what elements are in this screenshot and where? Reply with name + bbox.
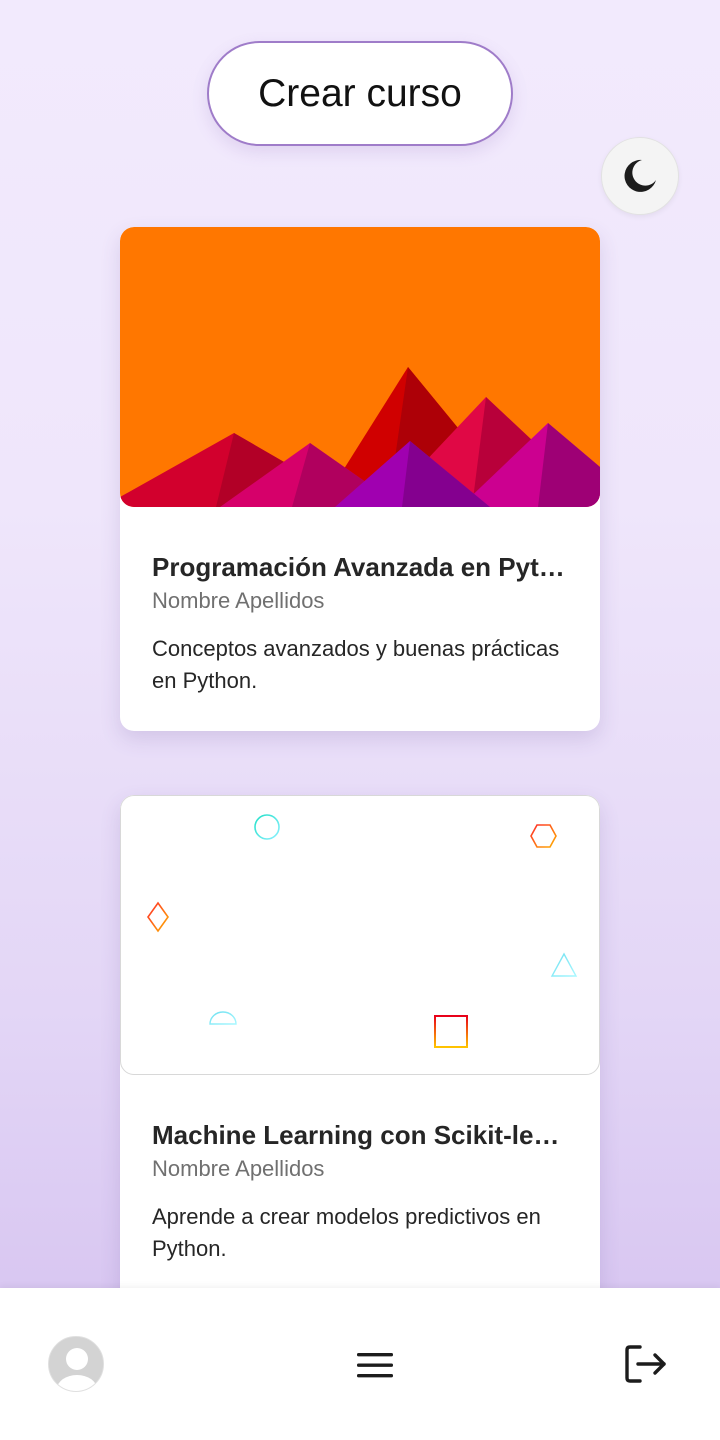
circle-shape [254,814,280,840]
course-title[interactable]: Programación Avanzada en Python [152,551,568,583]
course-description: Conceptos avanzados y buenas prácticas e… [152,636,560,693]
theme-toggle-button[interactable] [601,137,679,215]
create-course-button[interactable]: Crear curso [207,41,513,146]
course-card[interactable]: Programación Avanzada en Python Nombre A… [120,227,600,731]
user-avatar-icon[interactable] [48,1336,104,1392]
diamond-shape [147,901,169,933]
course-description: Aprende a crear modelos predictivos en P… [152,1204,541,1261]
course-title[interactable]: Machine Learning con Scikit-learn [152,1119,568,1151]
course-author: Nombre Apellidos [152,1156,325,1181]
course-image-shapes [120,795,600,1075]
hamburger-menu-icon[interactable] [354,1348,396,1382]
course-image-mountains [120,227,600,507]
bottom-navigation [0,1288,720,1440]
course-author: Nombre Apellidos [152,588,325,613]
square-shape [434,1015,468,1048]
course-card[interactable]: Machine Learning con Scikit-learn Nombre… [120,795,600,1355]
moon-icon [624,159,656,192]
triangle-shape [550,952,578,977]
hexagon-shape [530,824,557,848]
logout-icon[interactable] [624,1344,668,1384]
semicircle-shape [209,1011,237,1025]
